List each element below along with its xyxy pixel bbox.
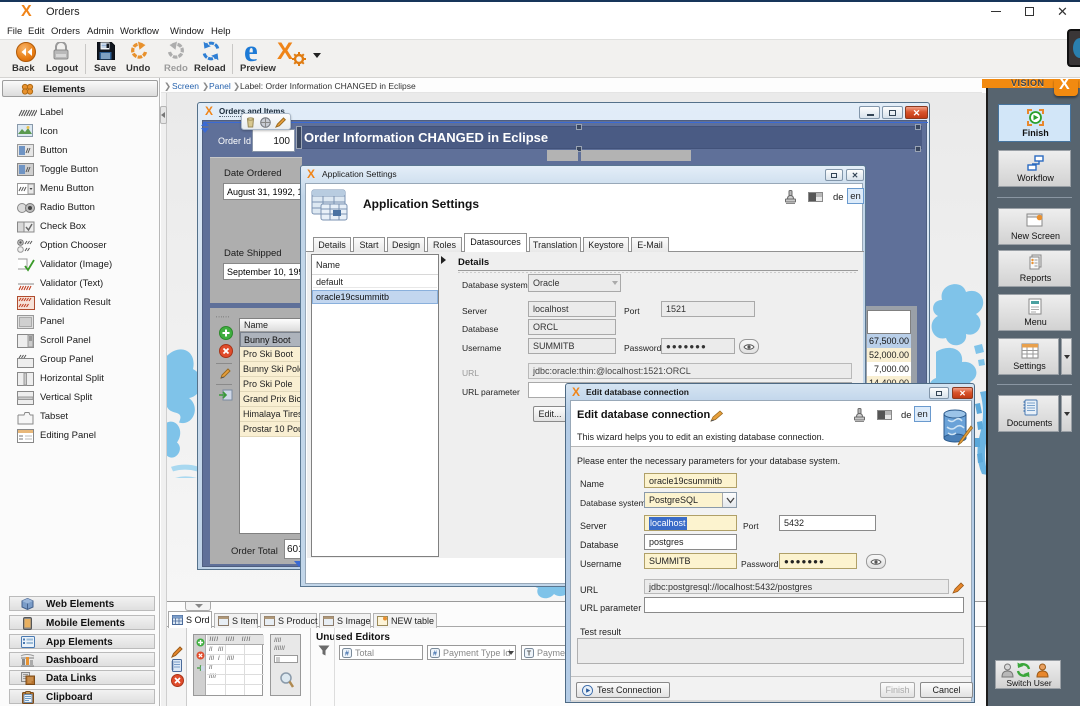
svg-text:#: # — [345, 651, 349, 658]
svg-text:#: # — [433, 651, 437, 658]
svg-text:T: T — [527, 651, 532, 658]
